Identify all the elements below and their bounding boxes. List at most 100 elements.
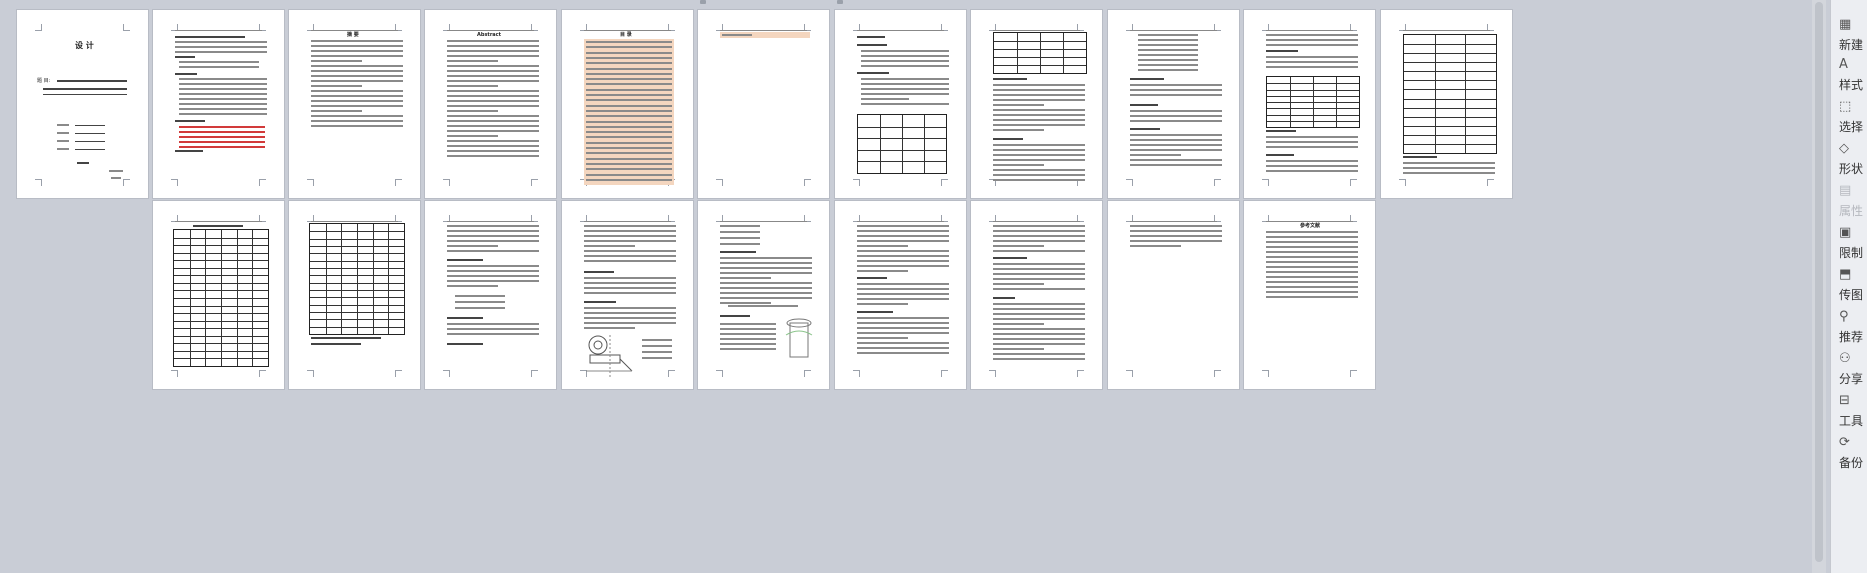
page-thumbnail[interactable] (835, 201, 966, 389)
text-line (993, 109, 1085, 111)
text-line (179, 136, 265, 138)
text-line (993, 114, 1085, 116)
page-thumbnail[interactable] (153, 10, 284, 198)
text-line (584, 250, 676, 252)
text-line (720, 302, 771, 304)
text-line (993, 129, 1044, 131)
text-line (1266, 291, 1358, 293)
page-thumbnail[interactable] (1108, 201, 1239, 389)
page-thumbnail[interactable] (971, 10, 1102, 198)
text-line (311, 65, 403, 67)
sidebar-item-2[interactable]: ⬚ 选择 (1831, 100, 1867, 144)
text-line (1130, 78, 1164, 80)
sidebar-item-1[interactable]: A 样式 (1831, 58, 1867, 102)
text-line (1138, 34, 1198, 36)
text-line (584, 260, 676, 262)
page-thumbnail[interactable] (1381, 10, 1512, 198)
crop-mark (1262, 179, 1269, 186)
crop-mark (443, 370, 450, 377)
sidebar-item-3[interactable]: ◇ 形状 (1831, 142, 1867, 186)
text-line (311, 85, 362, 87)
text-line (584, 240, 676, 242)
text-line (993, 104, 1044, 106)
text-line (1266, 50, 1298, 52)
text-line (1130, 128, 1160, 130)
sidebar-item-5[interactable]: ▣ 限制 (1831, 226, 1867, 270)
table-row-line (1404, 53, 1496, 54)
text-line (857, 265, 949, 267)
text-line (993, 169, 1085, 171)
page-thumbnail[interactable] (835, 10, 966, 198)
text-line (311, 50, 403, 52)
text-line (447, 70, 539, 72)
text-line (455, 295, 505, 297)
text-line (857, 245, 908, 247)
page-thumbnail[interactable]: 摘 要 (289, 10, 420, 198)
text-line (586, 131, 672, 134)
text-line (584, 271, 614, 273)
page-thumbnail[interactable]: 参考文献 (1244, 201, 1375, 389)
text-line (111, 177, 121, 179)
text-line (447, 150, 539, 152)
page-thumbnail[interactable] (289, 201, 420, 389)
sidebar-item-7[interactable]: ⚲ 推荐 (1831, 310, 1867, 354)
text-line (861, 60, 949, 62)
page-thumbnail[interactable] (698, 201, 829, 389)
text-line (179, 83, 267, 85)
page-thumbnail[interactable] (1244, 10, 1375, 198)
text-line (1266, 251, 1358, 253)
vertical-scrollbar[interactable] (1812, 0, 1826, 573)
sidebar-item-4[interactable]: ▤ 属性 (1831, 184, 1867, 228)
text-line (722, 34, 752, 36)
table-col-line (1017, 33, 1018, 73)
text-line (993, 99, 1085, 101)
text-line (586, 94, 672, 96)
page-thumbnail[interactable] (562, 201, 693, 389)
crop-mark (1487, 179, 1494, 186)
text-line (861, 93, 949, 95)
text-line (1130, 164, 1222, 166)
text-line (586, 157, 672, 160)
page-thumbnail[interactable]: 目 录 (562, 10, 693, 198)
upload-image-icon: ⬒ (1839, 267, 1852, 282)
table-col-line (205, 230, 206, 366)
page-thumbnail[interactable]: Abstract (425, 10, 556, 198)
text-line (447, 50, 539, 52)
page-thumbnail[interactable] (971, 201, 1102, 389)
cover-field-underline (75, 149, 105, 150)
sidebar-item-8[interactable]: ⚇ 分享 (1831, 352, 1867, 396)
scrollbar-thumb[interactable] (1815, 2, 1823, 562)
cover-underline (43, 94, 127, 95)
sidebar-item-10[interactable]: ⟳ 备份 (1831, 436, 1867, 480)
text-line (1266, 236, 1358, 238)
page-thumbnail[interactable] (425, 201, 556, 389)
crop-mark (259, 370, 266, 377)
text-line (175, 56, 195, 58)
table-col-line (326, 224, 327, 334)
text-line (993, 119, 1085, 121)
text-line (861, 83, 949, 85)
crop-mark (395, 179, 402, 186)
text-line (179, 108, 267, 110)
text-line (447, 155, 539, 157)
page-thumbnail[interactable] (698, 10, 829, 198)
text-line (1130, 139, 1222, 141)
text-line (447, 275, 539, 277)
text-line (586, 104, 672, 107)
text-line (1266, 170, 1358, 172)
page-header-rule (720, 30, 807, 31)
sidebar-item-6[interactable]: ⬒ 传图 (1831, 268, 1867, 312)
references-heading: 参考文献 (1300, 223, 1321, 229)
page-thumbnail[interactable] (1108, 10, 1239, 198)
page-thumbnail[interactable] (153, 201, 284, 389)
sidebar-item-0[interactable]: ▦ 新建 (1831, 18, 1867, 62)
text-line (1266, 66, 1358, 68)
text-line (720, 277, 771, 279)
text-line (584, 230, 676, 232)
sidebar-item-9[interactable]: ⊟ 工具 (1831, 394, 1867, 438)
text-line (1266, 241, 1358, 243)
text-line (584, 327, 635, 329)
page-thumbnail[interactable]: 设 计题 目: (17, 10, 148, 198)
text-line (993, 297, 1015, 299)
text-line (1138, 64, 1198, 66)
